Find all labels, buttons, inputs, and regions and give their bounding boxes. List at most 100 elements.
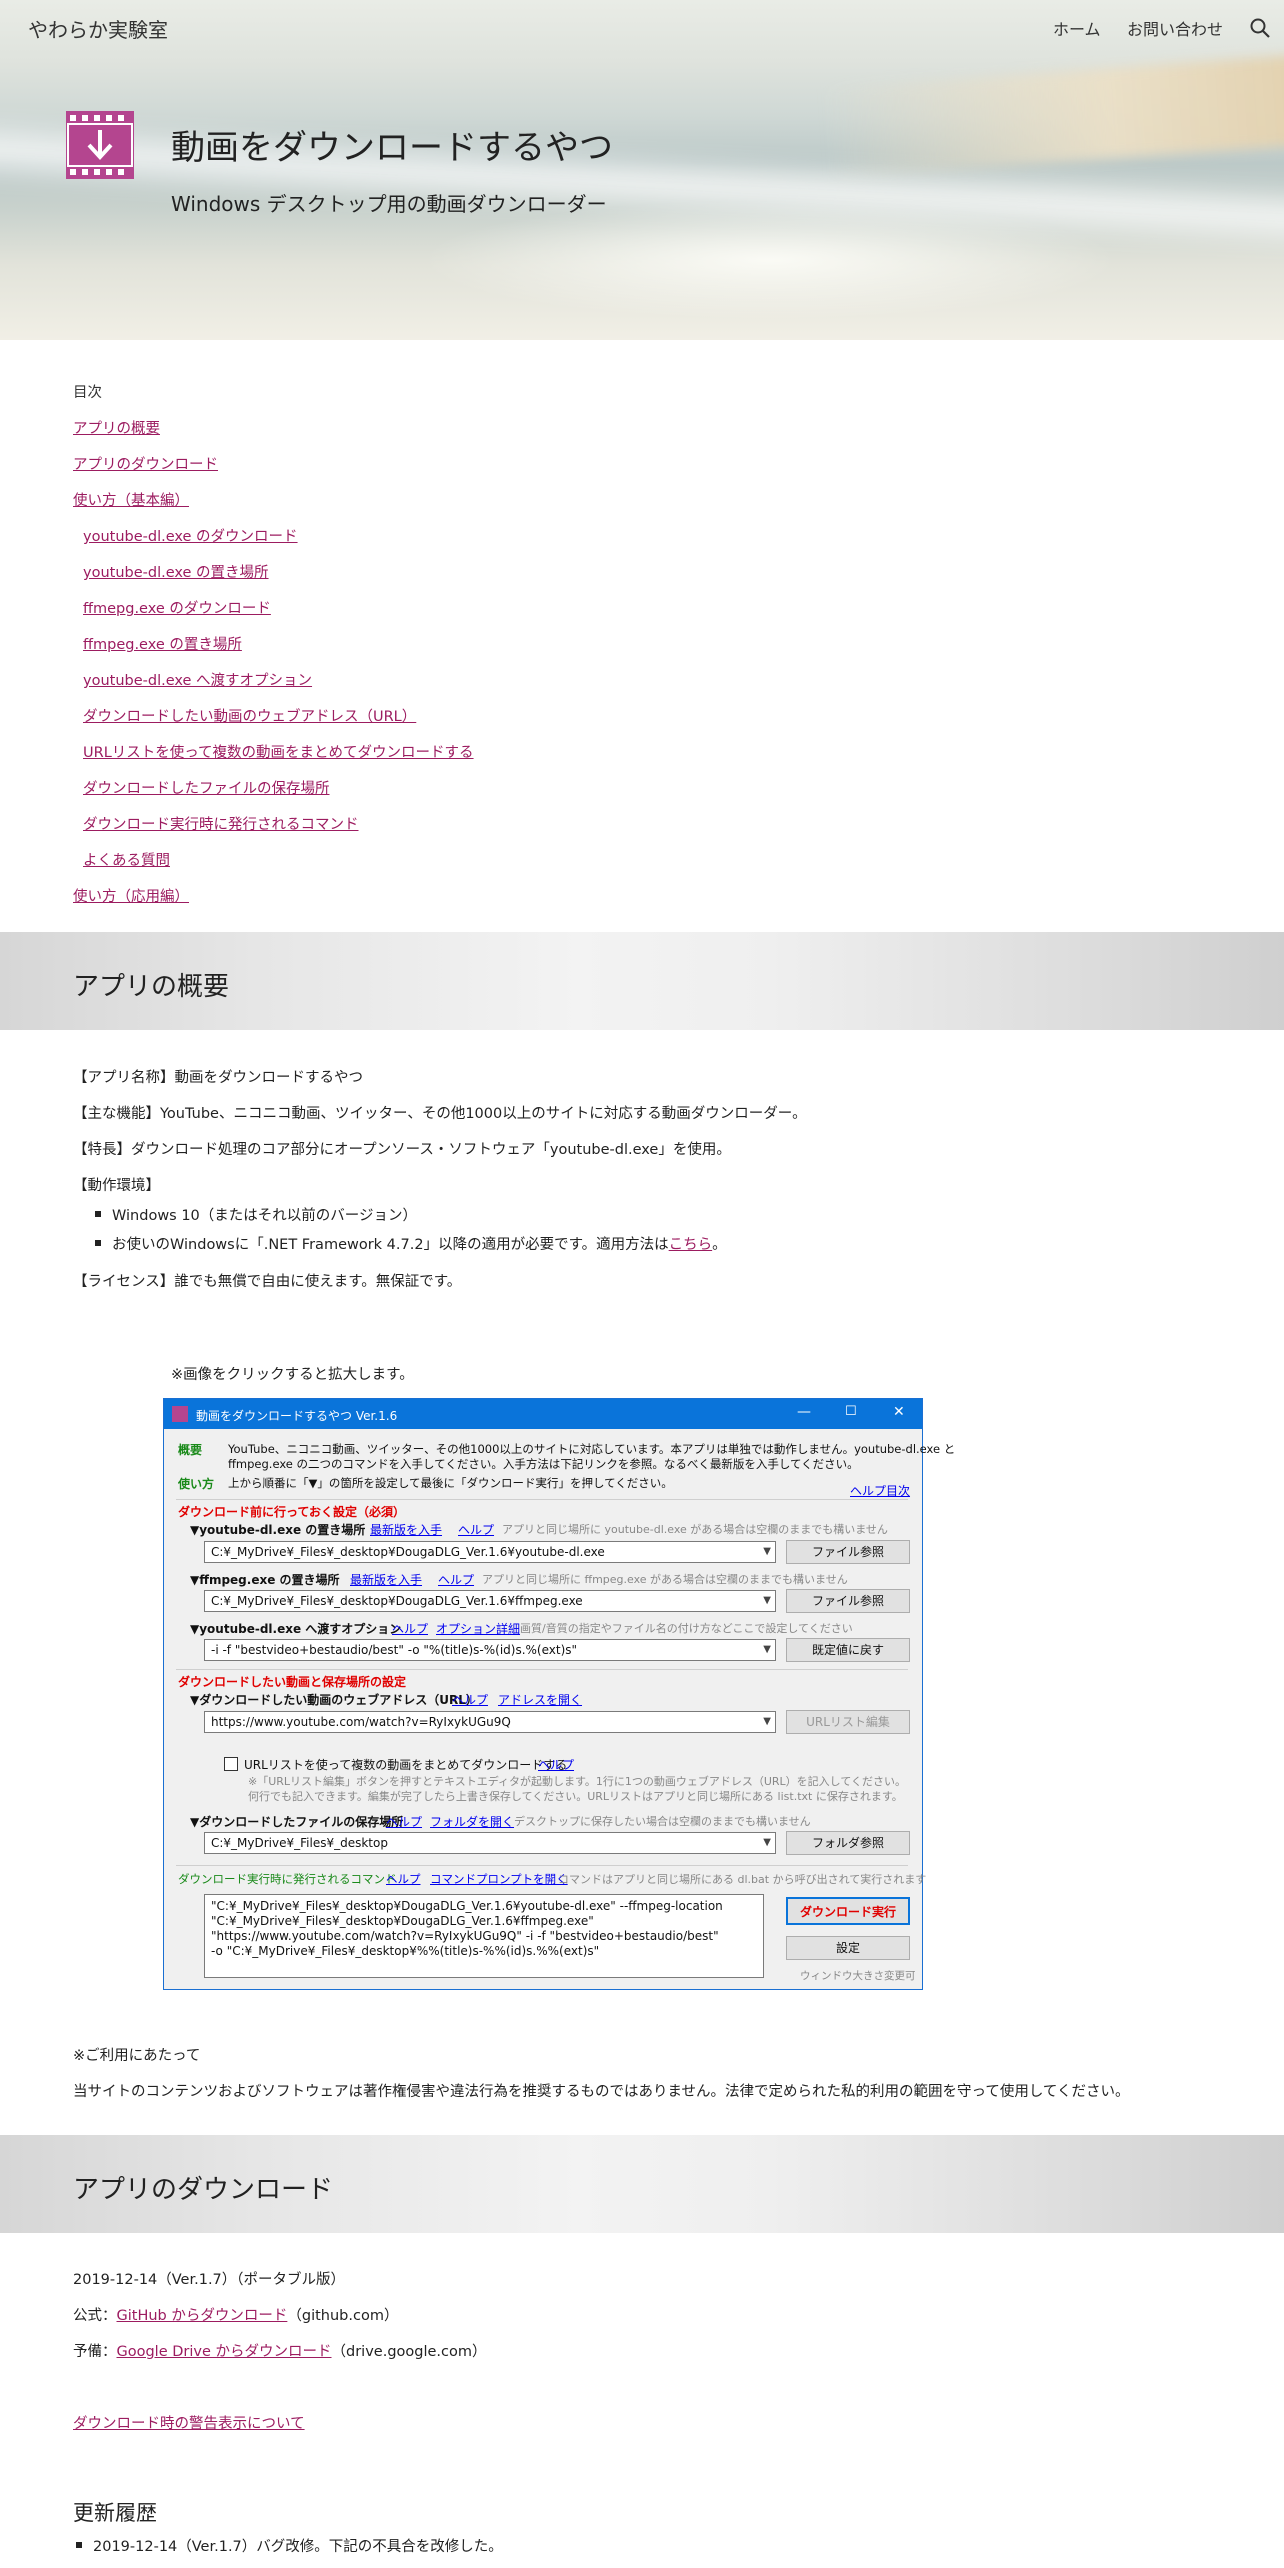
app-window-icon [172, 1406, 188, 1422]
url-help-link[interactable]: ヘルプ [452, 1691, 488, 1708]
howto-label: 使い方 [178, 1477, 215, 1491]
backup-suffix: （drive.google.com） [331, 2344, 487, 2360]
toc-link-overview[interactable]: アプリの概要 [73, 417, 160, 438]
options-help-link[interactable]: ヘルプ [392, 1620, 428, 1637]
howto-text: 上から順番に「▼」の箇所を設定して最後に「ダウンロード実行」を押してください。 [228, 1476, 673, 1490]
toc-link-video-url[interactable]: ダウンロードしたい動画のウェブアドレス（URL） [83, 705, 416, 726]
section-banner-download: アプリのダウンロード [0, 2135, 1284, 2233]
toc-link-ytdl-location[interactable]: youtube-dl.exe の置き場所 [83, 561, 269, 582]
url-list-note-1: ※「URLリスト編集」ボタンを押すとテキストエディタが起動します。1行に1つの動… [248, 1775, 906, 1788]
toc-link-download[interactable]: アプリのダウンロード [73, 453, 218, 474]
section-heading-download: アプリのダウンロード [73, 2175, 334, 2205]
notice-title: ※ご利用にあたって [73, 2048, 201, 2064]
official-download-line: 公式：GitHub からダウンロード（github.com） [73, 2304, 398, 2325]
toc-link-command[interactable]: ダウンロード実行時に発行されるコマンド [83, 813, 359, 834]
official-prefix: 公式： [73, 2308, 117, 2324]
toc-link-save-location[interactable]: ダウンロードしたファイルの保存場所 [83, 777, 330, 798]
ffmpeg-path-value: C:¥_MyDrive¥_Files¥_desktop¥DougaDLG_Ver… [211, 1594, 583, 1608]
open-folder-link[interactable]: フォルダを開く [430, 1813, 514, 1830]
section-video-and-save: ダウンロードしたい動画と保存場所の設定 [178, 1675, 407, 1689]
hero-glow-decoration [420, 200, 1120, 320]
license-text: 【ライセンス】誰でも無償で自由に使えます。無保証です。 [73, 1274, 462, 1290]
backup-prefix: 予備： [73, 2344, 117, 2360]
overview-text-1: YouTube、ニコニコ動画、ツイッター、その他1000以上のサイトに対応してい… [228, 1442, 956, 1456]
search-icon[interactable] [1248, 16, 1272, 40]
toc-link-usage-advanced[interactable]: 使い方（応用編） [73, 885, 189, 906]
reset-defaults-button[interactable]: 既定値に戻す [786, 1638, 910, 1662]
toc-link-ffmpeg-download[interactable]: ffmepg.exe のダウンロード [83, 597, 271, 618]
help-toc-link[interactable]: ヘルプ目次 [850, 1482, 910, 1499]
toc-link-ffmpeg-location[interactable]: ffmpeg.exe の置き場所 [83, 633, 242, 654]
chevron-down-icon[interactable]: ▼ [763, 1546, 771, 1557]
official-suffix: （github.com） [287, 2308, 399, 2324]
chevron-down-icon[interactable]: ▼ [763, 1716, 771, 1727]
separator [176, 1669, 908, 1670]
url-list-note-2: 何行でも記入できます。編集が完了したら上書き保存してください。URLリストはアプ… [248, 1790, 903, 1803]
notice-text: 当サイトのコンテンツおよびソフトウェアは著作権侵害や違法行為を推奨するものではあ… [73, 2084, 1130, 2100]
github-download-link[interactable]: GitHub からダウンロード [117, 2308, 288, 2324]
toc-link-url-list[interactable]: URLリストを使って複数の動画をまとめてダウンロードする [83, 741, 474, 762]
open-command-prompt-link[interactable]: コマンドプロンプトを開く [430, 1871, 568, 1887]
command-label: ダウンロード実行時に発行されるコマンド [178, 1872, 397, 1886]
section-heading-overview: アプリの概要 [73, 972, 230, 1002]
options-hint: 画質/音質の指定やファイル名の付け方などここで設定してください [520, 1622, 853, 1635]
chevron-down-icon[interactable]: ▼ [763, 1644, 771, 1655]
url-list-checkbox-label[interactable]: URLリストを使って複数の動画をまとめてダウンロードする [244, 1756, 567, 1773]
maximize-icon[interactable]: ☐ [845, 1404, 857, 1419]
ytdl-hint: アプリと同じ場所に youtube-dl.exe がある場合は空欄のままでも構い… [502, 1523, 888, 1536]
ytdl-get-latest-link[interactable]: 最新版を入手 [370, 1521, 442, 1538]
backup-download-line: 予備：Google Drive からダウンロード（drive.google.co… [73, 2340, 487, 2361]
options-input[interactable]: -i -f "bestvideo+bestaudio/best" -o "%(t… [204, 1639, 776, 1661]
settings-button[interactable]: 設定 [786, 1936, 910, 1960]
toc-link-faq[interactable]: よくある質問 [83, 849, 170, 870]
open-address-link[interactable]: アドレスを開く [498, 1691, 582, 1708]
special-text: 【特長】ダウンロード処理のコア部分にオープンソース・ソフトウェア「youtube… [73, 1142, 731, 1158]
hero-banner: やわらか実験室 ホーム お問い合わせ 動画をダウンロードするやつ Windows… [0, 0, 1284, 340]
toc-link-ytdl-options[interactable]: youtube-dl.exe へ渡すオプション [83, 669, 312, 690]
url-list-help-link[interactable]: ヘルプ [538, 1756, 574, 1773]
ytdl-path-input[interactable]: C:¥_MyDrive¥_Files¥_desktop¥DougaDLG_Ver… [204, 1541, 776, 1563]
ffmpeg-path-input[interactable]: C:¥_MyDrive¥_Files¥_desktop¥DougaDLG_Ver… [204, 1590, 776, 1612]
app-screenshot[interactable]: 動画をダウンロードするやつ Ver.1.6 — ☐ ✕ 概要 YouTube、ニ… [163, 1398, 955, 1990]
options-detail-link[interactable]: オプション詳細 [436, 1620, 520, 1637]
url-input[interactable]: https://www.youtube.com/watch?v=RyIxykUG… [204, 1711, 776, 1733]
separator [176, 1865, 908, 1866]
ffmpeg-help-link[interactable]: ヘルプ [438, 1571, 474, 1588]
history-item: 2019-12-14（Ver.1.7）バグ改修。下記の不具合を改修した。 [76, 2535, 503, 2556]
ytdl-file-browse-button[interactable]: ファイル参照 [786, 1540, 910, 1564]
ytdl-help-link[interactable]: ヘルプ [458, 1521, 494, 1538]
command-help-link[interactable]: ヘルプ [386, 1871, 421, 1887]
close-icon[interactable]: ✕ [893, 1404, 905, 1420]
url-list-edit-button[interactable]: URLリスト編集 [786, 1710, 910, 1734]
ffmpeg-location-label: ▼ffmpeg.exe の置き場所 [190, 1573, 340, 1587]
options-value: -i -f "bestvideo+bestaudio/best" -o "%(t… [211, 1643, 578, 1657]
app-name-text: 【アプリ名称】動画をダウンロードするやつ [73, 1070, 363, 1086]
dotnet-howto-link[interactable]: こちら [669, 1237, 713, 1253]
ffmpeg-get-latest-link[interactable]: 最新版を入手 [350, 1571, 422, 1588]
nav-home[interactable]: ホーム [1053, 16, 1101, 40]
save-path-input[interactable]: C:¥_MyDrive¥_Files¥_desktop ▼ [204, 1832, 776, 1854]
url-list-checkbox[interactable] [224, 1757, 238, 1771]
save-help-link[interactable]: ヘルプ [386, 1813, 422, 1830]
overview-label: 概要 [178, 1443, 203, 1457]
feature-text: 【主な機能】YouTube、ニコニコ動画、ツイッター、その他1000以上のサイト… [73, 1106, 807, 1122]
chevron-down-icon[interactable]: ▼ [763, 1595, 771, 1606]
run-download-button[interactable]: ダウンロード実行 [786, 1897, 910, 1925]
nav-contact[interactable]: お問い合わせ [1127, 16, 1223, 40]
google-drive-download-link[interactable]: Google Drive からダウンロード [117, 2344, 332, 2360]
folder-browse-button[interactable]: フォルダ参照 [786, 1831, 910, 1855]
ffmpeg-file-browse-button[interactable]: ファイル参照 [786, 1589, 910, 1613]
url-label: ▼ダウンロードしたい動画のウェブアドレス（URL） [190, 1693, 478, 1707]
minimize-icon[interactable]: — [797, 1404, 811, 1420]
toc-link-ytdl-download[interactable]: youtube-dl.exe のダウンロード [83, 525, 298, 546]
command-hint: コマンドはアプリと同じ場所にある dl.bat から呼び出されて実行されます [558, 1873, 927, 1886]
site-title[interactable]: やわらか実験室 [28, 14, 168, 43]
version-text: 2019-12-14（Ver.1.7）（ポータブル版） [73, 2272, 346, 2288]
click-note: ※画像をクリックすると拡大します。 [171, 1367, 414, 1383]
command-textarea[interactable]: "C:¥_MyDrive¥_Files¥_desktop¥DougaDLG_Ve… [204, 1894, 764, 1978]
toc-link-usage-basic[interactable]: 使い方（基本編） [73, 489, 189, 510]
resize-note: ウィンドウ大きさ変更可 [800, 1970, 916, 1982]
download-warning-link[interactable]: ダウンロード時の警告表示について [73, 2412, 305, 2433]
chevron-down-icon[interactable]: ▼ [763, 1837, 771, 1848]
overview-text-2: ffmpeg.exe の二つのコマンドを入手してください。入手方法は下記リンクを… [228, 1457, 859, 1471]
